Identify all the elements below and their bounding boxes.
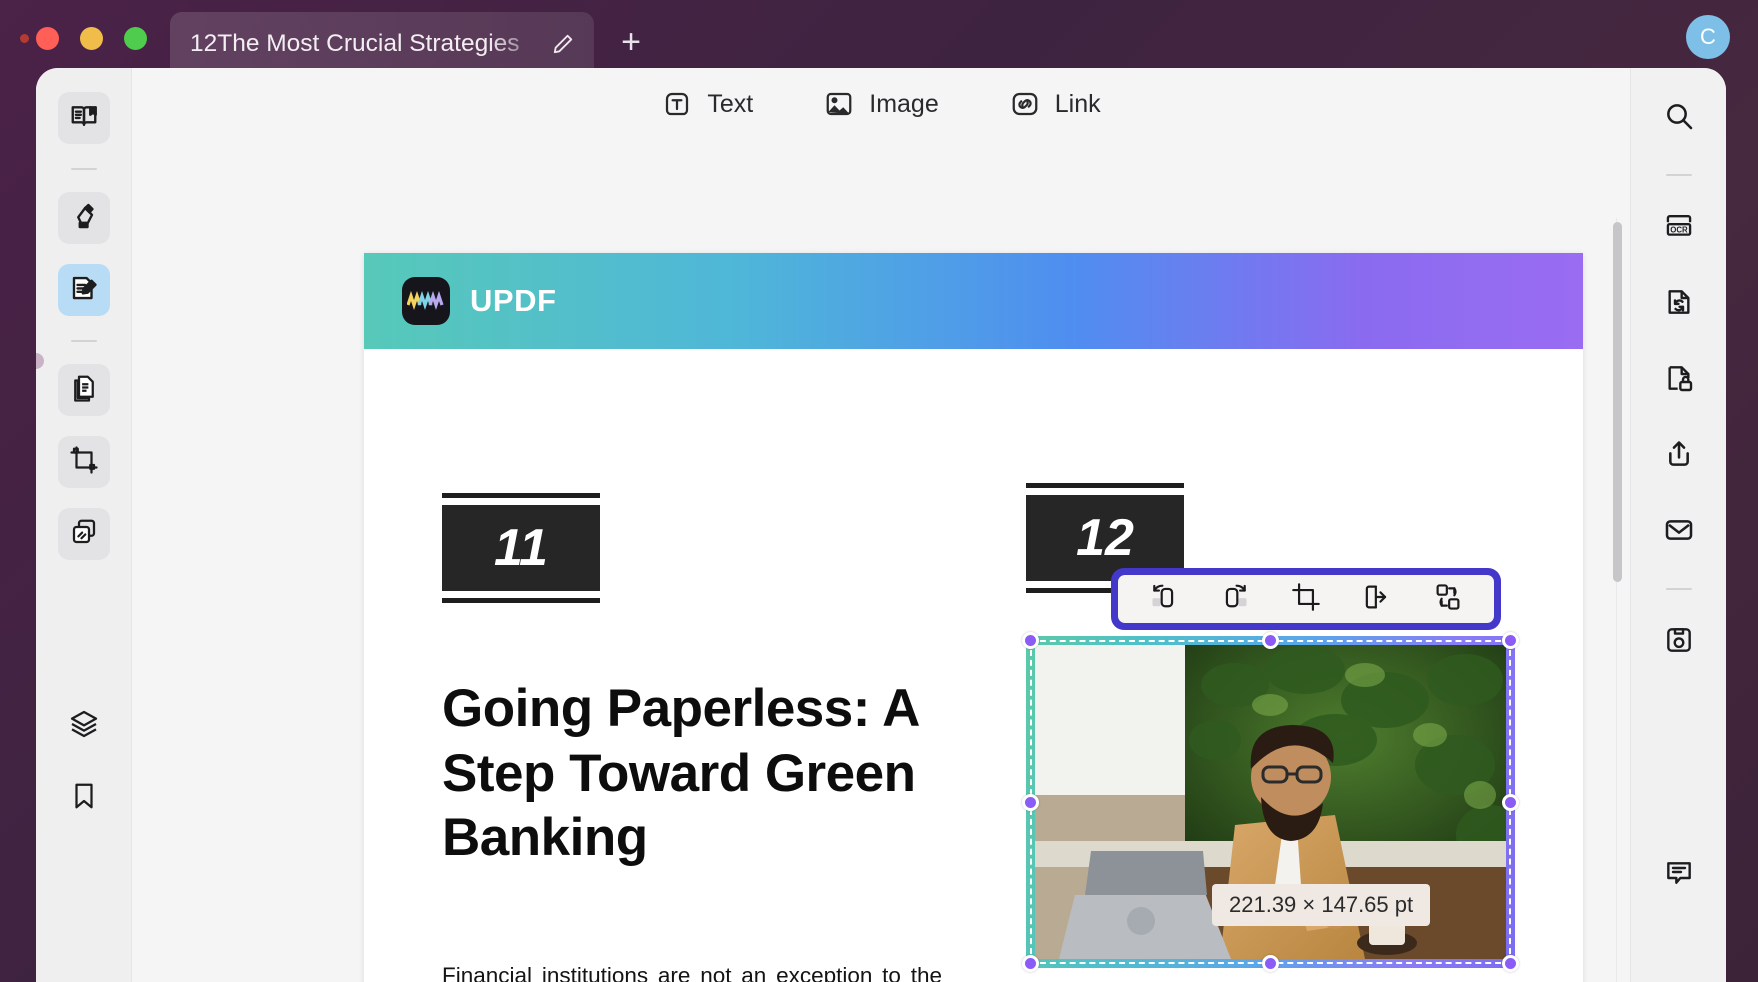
image-dimensions-tooltip: 221.39 × 147.65 pt — [1212, 884, 1431, 926]
document-lock-icon — [1663, 362, 1695, 399]
book-open-icon — [69, 101, 99, 136]
window-title-bar: 12The Most Crucial Strategies + C — [0, 0, 1758, 76]
svg-text:OCR: OCR — [1670, 225, 1688, 234]
minimize-window-button[interactable] — [80, 27, 103, 50]
document-canvas[interactable]: UPDF 11 12 Going Paperless: A Step Towar… — [132, 140, 1630, 982]
sidebar-item-redact[interactable] — [57, 508, 110, 560]
app-window: Text Image Link UPDF 11 12 Going Paperle… — [36, 68, 1726, 982]
section-number-badge: 11 — [442, 493, 600, 603]
toolbar-item-link-label: Link — [1054, 89, 1101, 118]
right-sidebar: OCR — [1630, 68, 1726, 982]
sidebar-item-comment[interactable] — [57, 192, 110, 244]
new-tab-button[interactable]: + — [610, 24, 652, 66]
sidebar-divider — [70, 340, 97, 342]
article-paragraph[interactable]: Financial institutions are not an except… — [442, 953, 942, 982]
maximize-window-button[interactable] — [124, 27, 147, 50]
resize-handle-top-center[interactable] — [1262, 632, 1279, 649]
sidebar-item-save[interactable] — [1653, 616, 1705, 668]
sidebar-item-share[interactable] — [1653, 430, 1705, 482]
sidebar-item-comments[interactable] — [1653, 848, 1705, 900]
badge-rule-top — [1026, 483, 1184, 488]
resize-handle-top-left[interactable] — [1022, 632, 1039, 649]
sidebar-item-ocr[interactable]: OCR — [1653, 202, 1705, 254]
sidebar-item-search[interactable] — [1653, 92, 1705, 144]
sidebar-resize-handle[interactable] — [36, 353, 44, 369]
layers-icon — [68, 708, 100, 745]
article-heading[interactable]: Going Paperless: A Step Toward Green Ban… — [442, 677, 942, 871]
text-box-icon — [661, 88, 693, 120]
resize-handle-bottom-left[interactable] — [1022, 955, 1039, 972]
document-tab[interactable]: 12The Most Crucial Strategies — [170, 12, 594, 76]
floppy-save-icon — [1663, 624, 1695, 661]
toolbar-item-text-label: Text — [707, 89, 754, 118]
rotate-left-icon — [1149, 582, 1179, 617]
updf-logo-icon — [402, 277, 450, 325]
image-icon — [823, 88, 855, 120]
badge-rule-top — [442, 493, 600, 498]
sidebar-item-edit-pdf[interactable] — [57, 264, 110, 316]
resize-handle-bottom-right[interactable] — [1502, 955, 1519, 972]
sidebar-divider — [70, 168, 97, 170]
rotate-right-button[interactable] — [1215, 581, 1255, 617]
badge-rule-bottom — [442, 598, 600, 603]
left-sidebar — [36, 68, 132, 982]
toolbar-item-image[interactable]: Image — [823, 88, 939, 120]
vertical-scrollbar-thumb[interactable] — [1613, 222, 1622, 582]
banner-logo-text: UPDF — [470, 283, 557, 318]
convert-document-icon — [1663, 286, 1695, 323]
toolbar-item-image-label: Image — [869, 89, 939, 118]
image-context-toolbar-inner — [1118, 575, 1494, 623]
sidebar-item-organize-pages[interactable] — [57, 364, 110, 416]
edit-document-icon — [69, 273, 99, 308]
bookmark-icon — [69, 781, 99, 816]
sidebar-item-reader-mode[interactable] — [57, 92, 110, 144]
replace-image-button[interactable] — [1428, 581, 1468, 617]
close-window-button[interactable] — [36, 27, 59, 50]
rename-pencil-icon[interactable] — [552, 33, 574, 55]
edit-toolbar: Text Image Link — [132, 68, 1630, 140]
comment-bubble-icon — [1663, 856, 1695, 893]
avatar[interactable]: C — [1686, 15, 1730, 59]
traffic-light-controls — [36, 27, 147, 50]
rotate-left-button[interactable] — [1144, 581, 1184, 617]
crop-image-button[interactable] — [1286, 581, 1326, 617]
sidebar-item-layers[interactable] — [58, 700, 110, 752]
rotate-right-icon — [1220, 582, 1250, 617]
resize-handle-middle-left[interactable] — [1022, 794, 1039, 811]
export-icon — [1362, 582, 1392, 617]
resize-handle-bottom-center[interactable] — [1262, 955, 1279, 972]
extract-image-button[interactable] — [1357, 581, 1397, 617]
crop-icon — [1291, 582, 1321, 617]
share-upload-icon — [1663, 438, 1695, 475]
sidebar-item-protect[interactable] — [1653, 354, 1705, 406]
resize-handle-top-right[interactable] — [1502, 632, 1519, 649]
image-context-toolbar — [1111, 568, 1501, 630]
page-banner: UPDF — [364, 253, 1583, 349]
replace-icon — [1433, 582, 1463, 617]
toolbar-item-text[interactable]: Text — [661, 88, 753, 120]
toolbar-item-link[interactable]: Link — [1009, 88, 1101, 120]
redact-pages-icon — [69, 517, 99, 552]
document-tab-title: 12The Most Crucial Strategies — [190, 30, 520, 57]
badge-number: 11 — [442, 505, 600, 591]
sidebar-divider — [1665, 588, 1692, 590]
envelope-icon — [1663, 514, 1695, 551]
link-icon — [1009, 88, 1041, 120]
selected-image-object[interactable]: 221.39 × 147.65 pt — [1022, 632, 1519, 972]
search-icon — [1663, 100, 1695, 137]
sidebar-item-convert[interactable] — [1653, 278, 1705, 330]
resize-handle-middle-right[interactable] — [1502, 794, 1519, 811]
highlighter-icon — [69, 201, 99, 236]
sidebar-item-crop-page[interactable] — [57, 436, 110, 488]
crop-page-icon — [69, 445, 99, 480]
sidebar-divider — [1665, 174, 1692, 176]
ocr-icon: OCR — [1663, 210, 1695, 247]
sidebar-item-email[interactable] — [1653, 506, 1705, 558]
page-organize-icon — [69, 373, 99, 408]
main-content-area: Text Image Link UPDF 11 12 Going Paperle… — [132, 68, 1630, 982]
sidebar-item-bookmark[interactable] — [58, 772, 110, 824]
